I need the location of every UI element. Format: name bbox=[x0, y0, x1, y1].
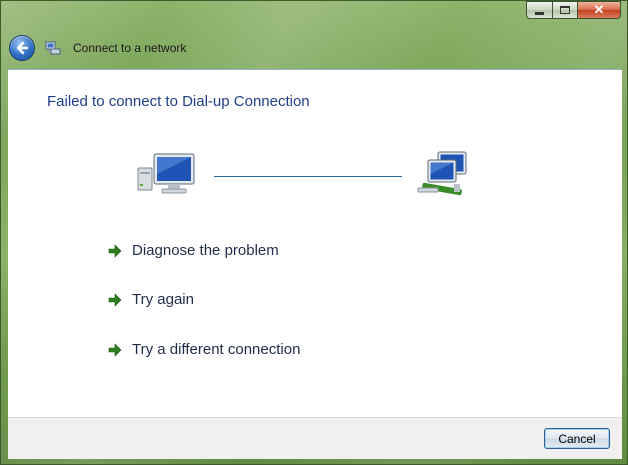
cancel-button[interactable]: Cancel bbox=[544, 428, 610, 449]
close-button[interactable]: ✕ bbox=[577, 1, 621, 19]
maximize-button[interactable] bbox=[552, 1, 577, 19]
green-arrow-icon bbox=[108, 292, 122, 307]
connection-line bbox=[214, 176, 402, 177]
navigation-bar: Connect to a network bbox=[9, 35, 186, 61]
green-arrow-icon bbox=[108, 342, 122, 357]
network-computers-icon bbox=[417, 151, 467, 196]
connect-to-network-window: ✕ Connect to a network Failed to connect… bbox=[0, 0, 628, 465]
back-button[interactable] bbox=[9, 35, 35, 61]
option-label: Try a different connection bbox=[132, 341, 301, 358]
option-label: Diagnose the problem bbox=[132, 242, 279, 259]
close-icon: ✕ bbox=[593, 2, 605, 17]
window-title: Connect to a network bbox=[73, 41, 187, 55]
option-diagnose[interactable]: Diagnose the problem bbox=[108, 242, 279, 259]
network-icon bbox=[45, 41, 61, 55]
content-area: Failed to connect to Dial-up Connection bbox=[8, 69, 622, 417]
option-label: Try again bbox=[132, 291, 194, 308]
option-try-again[interactable]: Try again bbox=[108, 291, 194, 308]
page-heading: Failed to connect to Dial-up Connection bbox=[47, 93, 310, 110]
back-arrow-icon bbox=[16, 41, 29, 55]
caption-buttons: ✕ bbox=[526, 1, 621, 19]
maximize-icon bbox=[560, 6, 570, 14]
computer-icon bbox=[137, 153, 195, 194]
option-different-connection[interactable]: Try a different connection bbox=[108, 341, 300, 358]
connection-diagram bbox=[136, 150, 476, 200]
green-arrow-icon bbox=[108, 243, 122, 258]
button-bar: Cancel bbox=[8, 417, 622, 459]
minimize-button[interactable] bbox=[526, 1, 552, 19]
minimize-icon bbox=[535, 12, 544, 15]
